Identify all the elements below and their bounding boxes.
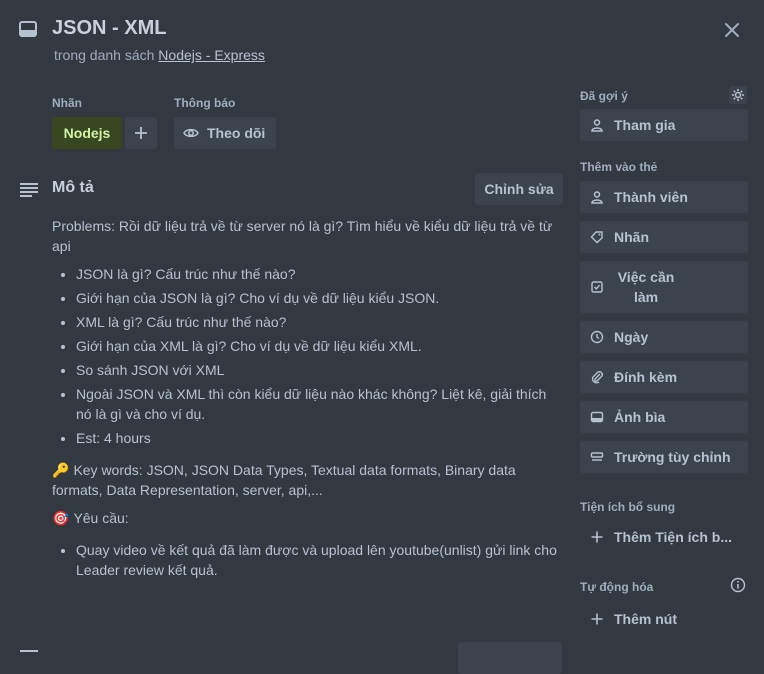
add-label-button[interactable] <box>125 117 157 149</box>
automation-info-button[interactable] <box>730 577 746 593</box>
attachment-button[interactable]: Đính kèm <box>580 361 748 393</box>
powerups-heading: Tiện ích bổ sung <box>580 500 676 514</box>
list-prefix: trong danh sách <box>54 47 155 63</box>
suggested-heading: Đã gợi ý <box>580 89 628 103</box>
plus-icon <box>591 531 603 543</box>
attachment-label: Đính kèm <box>614 369 678 385</box>
list-item: Ngoài JSON và XML thì còn kiểu dữ liệu n… <box>76 384 564 424</box>
labels-label: Nhãn <box>614 229 649 245</box>
join-button[interactable]: Tham gia <box>580 109 748 141</box>
person-icon <box>591 191 603 204</box>
paperclip-icon <box>591 371 603 384</box>
notifications-heading: Thông báo <box>174 96 236 110</box>
cover-icon <box>590 411 604 423</box>
requirement-heading: Yêu cầu: <box>73 510 129 526</box>
custom-fields-label: Trường tùy chỉnh <box>614 449 731 465</box>
card-title[interactable]: JSON - XML <box>52 17 166 40</box>
label-chip-nodejs[interactable]: Nodejs <box>52 117 122 149</box>
edit-description-button[interactable]: Chỉnh sửa <box>475 173 563 205</box>
list-item: JSON là gì? Cấu trúc như thế nào? <box>76 264 564 284</box>
eye-icon <box>183 128 199 138</box>
description-body[interactable]: Problems: Rồi dữ liệu trả về từ server n… <box>52 216 564 592</box>
plus-icon <box>135 127 147 139</box>
join-label: Tham gia <box>614 117 676 133</box>
keywords-text: Key words: JSON, JSON Data Types, Textua… <box>52 462 516 498</box>
description-intro: Problems: Rồi dữ liệu trả về từ server n… <box>52 218 553 254</box>
description-heading: Mô tả <box>52 179 94 196</box>
cover-label: Ảnh bìa <box>614 409 666 425</box>
tag-icon <box>590 231 603 244</box>
person-icon <box>591 119 603 132</box>
members-label: Thành viên <box>614 189 688 205</box>
list-item: Quay video về kết quả đã làm được và upl… <box>76 540 564 580</box>
checklist-button[interactable]: Việc cần làm <box>580 261 748 313</box>
list-item: XML là gì? Cấu trúc như thế nào? <box>76 312 564 332</box>
key-icon: 🔑 <box>52 462 70 478</box>
target-icon: 🎯 <box>52 510 70 526</box>
description-list: JSON là gì? Cấu trúc như thế nào? Giới h… <box>52 264 564 448</box>
labels-button[interactable]: Nhãn <box>580 221 748 253</box>
watch-button[interactable]: Theo dõi <box>174 117 276 149</box>
custom-field-icon <box>590 452 604 461</box>
list-item: So sánh JSON với XML <box>76 360 564 380</box>
requirement-list: Quay video về kết quả đã làm được và upl… <box>52 540 564 580</box>
list-link[interactable]: Nodejs - Express <box>158 47 265 63</box>
checklist-icon <box>591 281 603 293</box>
add-button-label: Thêm nút <box>614 611 677 627</box>
card-icon <box>18 19 38 39</box>
requirement-paragraph: 🎯 Yêu cầu: <box>52 508 564 528</box>
plus-icon <box>591 613 603 625</box>
checklist-label: Việc cần làm <box>617 269 675 305</box>
gear-icon <box>732 89 744 101</box>
keywords-paragraph: 🔑 Key words: JSON, JSON Data Types, Textu… <box>52 460 564 500</box>
labels-heading: Nhãn <box>52 96 82 110</box>
suggestions-settings-button[interactable] <box>729 86 747 104</box>
add-to-card-heading: Thêm vào thẻ <box>580 160 658 174</box>
activity-icon <box>18 647 40 657</box>
dates-label: Ngày <box>614 329 649 345</box>
cover-button[interactable]: Ảnh bìa <box>580 401 748 433</box>
card-list-info: trong danh sách Nodejs - Express <box>54 47 265 63</box>
add-powerups-label: Thêm Tiện ích b... <box>614 529 732 545</box>
details-toggle-button[interactable] <box>458 642 562 674</box>
list-item: Est: 4 hours <box>76 428 564 448</box>
add-button-button[interactable]: Thêm nút <box>580 603 748 635</box>
description-icon <box>18 180 40 200</box>
add-powerups-button[interactable]: Thêm Tiện ích b... <box>580 521 748 553</box>
automation-heading: Tự động hóa <box>580 580 654 594</box>
custom-fields-button[interactable]: Trường tùy chỉnh <box>580 441 748 473</box>
list-item: Giới hạn của XML là gì? Cho ví dụ về dữ … <box>76 336 564 356</box>
info-icon <box>730 577 746 593</box>
clock-icon <box>590 330 604 344</box>
dates-button[interactable]: Ngày <box>580 321 748 353</box>
watch-label: Theo dõi <box>207 125 266 141</box>
list-item: Giới hạn của JSON là gì? Cho ví dụ về dữ… <box>76 288 564 308</box>
close-button[interactable] <box>720 18 744 42</box>
close-icon <box>725 23 739 37</box>
members-button[interactable]: Thành viên <box>580 181 748 213</box>
